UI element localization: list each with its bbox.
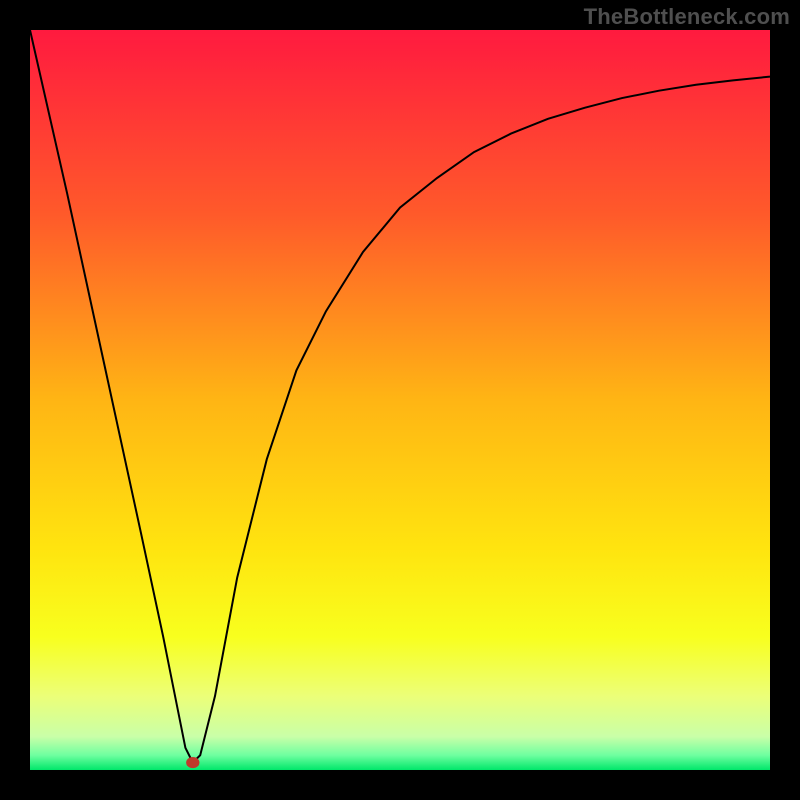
chart-frame: TheBottleneck.com [0,0,800,800]
background-gradient [30,30,770,770]
plot-area [30,30,770,770]
watermark-text: TheBottleneck.com [584,4,790,30]
